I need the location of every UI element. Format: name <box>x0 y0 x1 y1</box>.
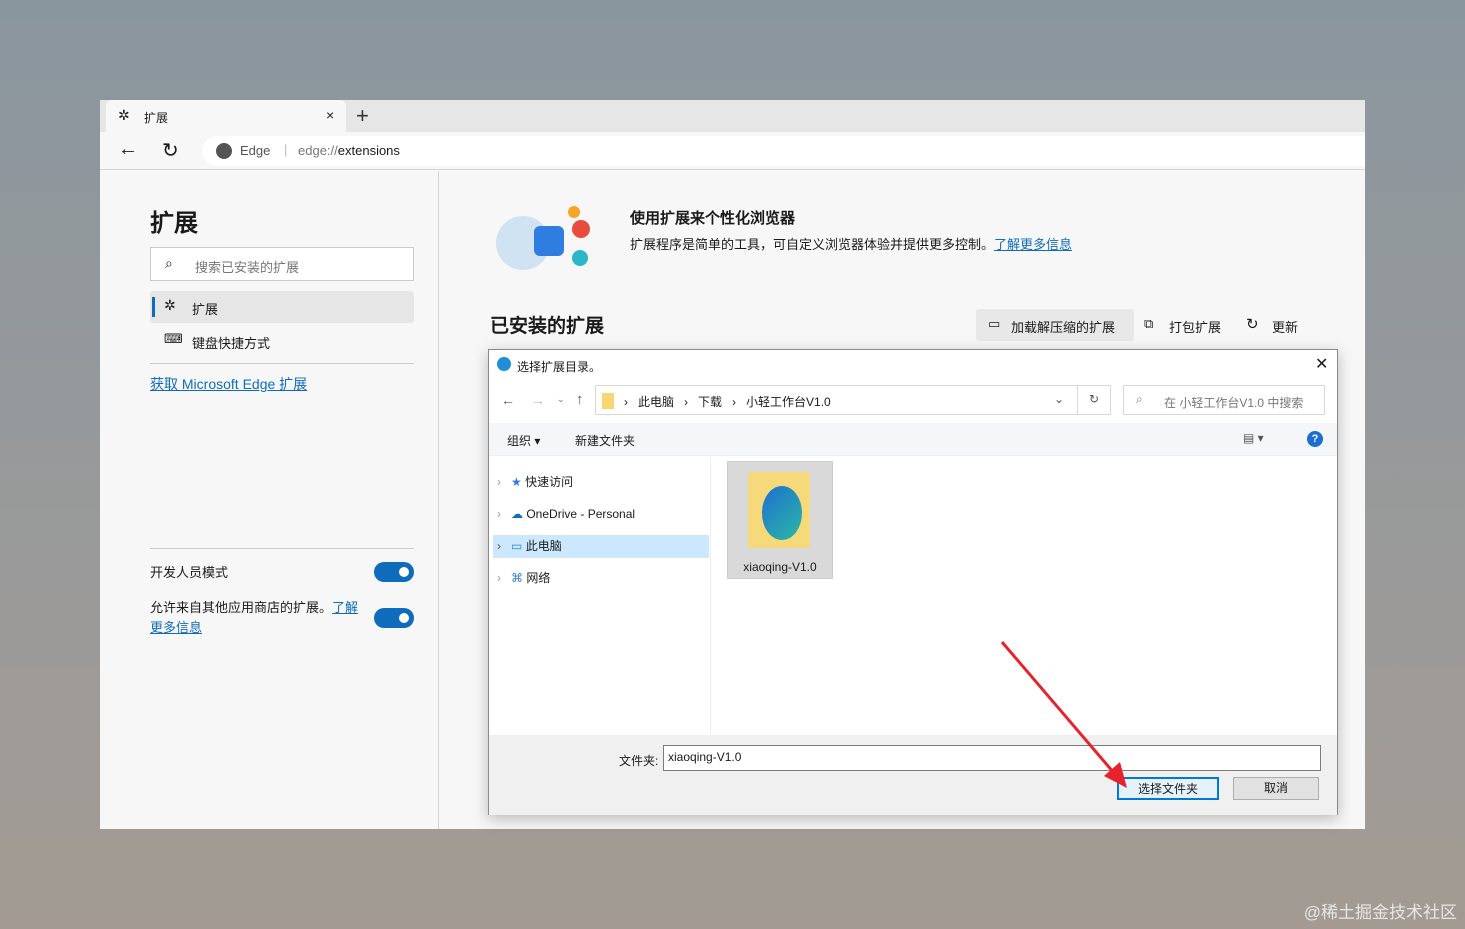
url-scheme: edge:// <box>298 143 338 158</box>
forward-icon[interactable]: → <box>531 392 545 408</box>
search-input[interactable]: ⌕ 搜索已安装的扩展 <box>150 247 414 281</box>
search-placeholder: 在 小轻工作台V1.0 中搜索 <box>1164 396 1304 410</box>
address-bar[interactable]: Edge | edge://extensions <box>202 136 1365 166</box>
pack-extension-button[interactable]: ⧉ 打包扩展 <box>1144 309 1234 341</box>
view-options-icon[interactable]: ▤ ▾ <box>1243 431 1264 445</box>
refresh-button[interactable]: ↻ <box>1077 385 1111 415</box>
promo-text: 扩展程序是简单的工具，可自定义浏览器体验并提供更多控制。 <box>630 237 995 252</box>
sidebar-item-label: 扩展 <box>192 302 219 317</box>
dialog-footer: 文件夹: xiaoqing-V1.0 选择文件夹 取消 <box>489 735 1337 815</box>
load-unpacked-button[interactable]: ▭ 加载解压缩的扩展 <box>976 309 1134 341</box>
promo-learn-more-link[interactable]: 了解更多信息 <box>994 237 1072 252</box>
dialog-title: 选择扩展目录。 <box>517 360 602 374</box>
folder-label: 文件夹: <box>619 754 659 768</box>
extensions-illustration <box>492 202 590 274</box>
box-icon: ▭ <box>988 316 1001 331</box>
organize-label: 组织 <box>507 434 532 448</box>
package-icon: ⧉ <box>1144 316 1154 331</box>
button-label: 更新 <box>1272 320 1299 335</box>
folder-icon <box>602 393 614 409</box>
nav-label: 网络 <box>526 571 551 585</box>
address-prefix: Edge <box>240 143 271 158</box>
select-folder-dialog: 选择扩展目录。 ✕ ← → ⌄ ↑ › 此电脑 › 下载 › 小轻工作台V1.0… <box>488 349 1338 815</box>
allow-other-toggle[interactable] <box>374 608 414 628</box>
nav-label: 此电脑 <box>525 539 562 553</box>
network-icon: ⌘ <box>511 571 523 585</box>
puzzle-icon: ✲ <box>118 107 130 123</box>
allow-other-label: 允许来自其他应用商店的扩展。 <box>150 600 333 615</box>
breadcrumb-item[interactable]: 小轻工作台V1.0 <box>746 395 831 409</box>
edge-logo-icon <box>216 143 232 159</box>
keyboard-icon: ⌨ <box>164 331 183 346</box>
cancel-button[interactable]: 取消 <box>1233 777 1319 800</box>
active-indicator <box>152 297 155 317</box>
recent-dropdown-icon[interactable]: ⌄ <box>557 394 565 405</box>
nav-onedrive[interactable]: › ☁ OneDrive - Personal <box>493 503 709 526</box>
close-icon[interactable]: ✕ <box>1315 354 1328 374</box>
dev-mode-label: 开发人员模式 <box>150 565 229 580</box>
button-label: 打包扩展 <box>1169 320 1222 335</box>
divider: | <box>284 142 288 157</box>
search-icon: ⌕ <box>165 255 173 271</box>
new-tab-button[interactable]: + <box>356 103 369 129</box>
dialog-search-input[interactable]: ⌕ 在 小轻工作台V1.0 中搜索 <box>1123 385 1325 415</box>
divider <box>150 363 414 364</box>
installed-title: 已安装的扩展 <box>490 316 605 337</box>
tab-extensions[interactable]: ✲ 扩展 × <box>106 100 346 132</box>
dev-mode-toggle[interactable] <box>374 562 414 582</box>
sidebar-item-label: 键盘快捷方式 <box>192 336 271 351</box>
back-icon[interactable]: ← <box>501 392 515 408</box>
breadcrumb-item[interactable]: 此电脑 <box>638 395 674 409</box>
nav-network[interactable]: › ⌘ 网络 <box>493 567 709 590</box>
sidebar: 扩展 ⌕ 搜索已安装的扩展 ✲ 扩展 ⌨ 键盘快捷方式 获取 Microsoft… <box>100 171 439 829</box>
nav-label: OneDrive - Personal <box>526 507 636 521</box>
button-label: 加载解压缩的扩展 <box>1011 320 1116 335</box>
nav-quick-access[interactable]: › ★ 快速访问 <box>493 471 709 494</box>
breadcrumb-item[interactable]: 下载 <box>698 395 722 409</box>
edge-logo-icon <box>762 486 802 540</box>
refresh-icon[interactable]: ↻ <box>162 138 179 163</box>
nav-this-pc[interactable]: › ▭ 此电脑 <box>493 535 709 558</box>
red-arrow-annotation <box>1000 641 1127 788</box>
refresh-icon: ↻ <box>1246 316 1259 333</box>
nav-label: 快速访问 <box>525 475 574 489</box>
tab-title: 扩展 <box>144 111 169 125</box>
back-icon[interactable]: ← <box>118 138 138 161</box>
search-placeholder: 搜索已安装的扩展 <box>195 260 300 275</box>
help-icon[interactable]: ? <box>1307 431 1323 447</box>
get-extensions-link[interactable]: 获取 Microsoft Edge 扩展 <box>150 374 307 394</box>
chevron-down-icon[interactable]: ⌄ <box>1054 392 1064 406</box>
watermark: @稀土掘金技术社区 <box>1303 903 1457 922</box>
promo-title: 使用扩展来个性化浏览器 <box>630 210 796 227</box>
folder-item[interactable]: xiaoqing-V1.0 <box>727 461 833 579</box>
search-icon: ⌕ <box>1136 392 1143 406</box>
close-tab-icon[interactable]: × <box>326 107 334 123</box>
computer-icon: ▭ <box>511 539 523 553</box>
breadcrumb[interactable]: › 此电脑 › 下载 › 小轻工作台V1.0 ⌄ <box>595 385 1111 415</box>
star-icon: ★ <box>511 475 522 489</box>
folder-name: xiaoqing-V1.0 <box>743 560 817 574</box>
organize-menu[interactable]: 组织 ▾ <box>507 432 540 449</box>
sidebar-item-shortcuts[interactable]: ⌨ 键盘快捷方式 <box>150 326 414 356</box>
command-bar: 组织 ▾ 新建文件夹 ▤ ▾ ? <box>489 423 1337 456</box>
url-path: extensions <box>337 143 400 158</box>
sidebar-title: 扩展 <box>150 210 198 237</box>
cloud-icon: ☁ <box>511 507 523 521</box>
toolbar: ← ↻ Edge | edge://extensions <box>100 132 1365 170</box>
edge-logo-icon <box>497 357 511 371</box>
tab-bar: ✲ 扩展 × + <box>100 100 1365 132</box>
divider <box>150 548 414 549</box>
new-folder-button[interactable]: 新建文件夹 <box>575 432 635 449</box>
up-icon[interactable]: ↑ <box>576 391 584 408</box>
navigation-pane: › ★ 快速访问 › ☁ OneDrive - Personal › ▭ 此电脑 › ⌘… <box>489 457 711 737</box>
update-button[interactable]: ↻ 更新 <box>1246 309 1316 341</box>
puzzle-icon: ✲ <box>164 297 176 313</box>
sidebar-item-extensions[interactable]: ✲ 扩展 <box>150 291 414 323</box>
